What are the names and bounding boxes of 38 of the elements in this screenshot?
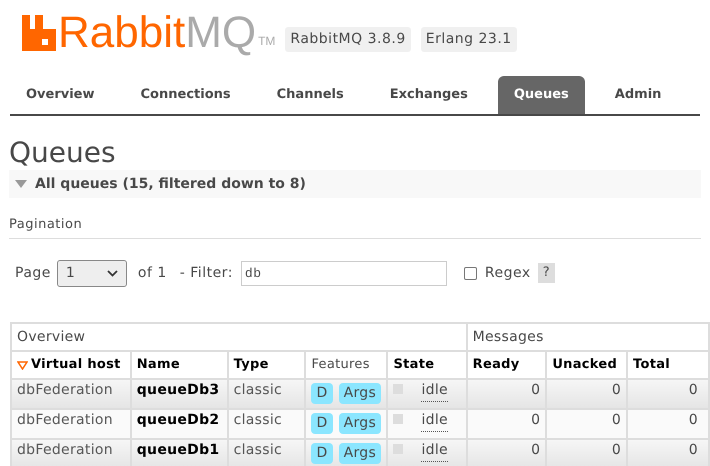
nav-tab[interactable]: Overview (10, 76, 111, 114)
page-label: Page (15, 264, 51, 282)
page-count: of 1 (138, 264, 167, 282)
pagination-heading: Pagination (9, 215, 701, 238)
logo-wordmark: RabbitMQ (58, 8, 256, 58)
nav-tab[interactable]: Exchanges (374, 76, 484, 114)
state-label: idle (421, 410, 448, 432)
page-select[interactable]: 1 (56, 260, 127, 286)
sort-triangle-icon (17, 360, 28, 370)
nav-tab[interactable]: Admin (598, 76, 678, 114)
group-header: Overview (11, 323, 467, 351)
nav-tab[interactable]: Connections (124, 76, 247, 114)
regex-checkbox[interactable] (464, 266, 477, 280)
page-title: Queues (9, 136, 117, 170)
table-cell: dbFederation (11, 439, 131, 466)
status-square-icon (393, 414, 404, 424)
feature-tag: D (311, 383, 333, 404)
section-header[interactable]: All queues (15, filtered down to 8) (9, 170, 701, 198)
version-badge: Erlang 23.1 (420, 27, 517, 52)
nav-tab[interactable]: Queues (498, 76, 585, 114)
state-label: idle (421, 440, 448, 462)
feature-tag: D (311, 413, 333, 434)
feature-tag: Args (338, 413, 382, 434)
version-badge: RabbitMQ 3.8.9 (285, 27, 411, 52)
trademark: TM (258, 33, 276, 50)
filter-field[interactable]: db (240, 260, 447, 286)
regex-label: Regex (484, 264, 531, 282)
logo-icon (22, 15, 56, 51)
feature-tag: D (311, 443, 333, 464)
chevron-down-icon (106, 270, 118, 276)
filter-label: - Filter: (180, 264, 233, 282)
group-header: Messages (466, 323, 709, 351)
section-title: All queues (15, filtered down to 8) (35, 174, 306, 194)
feature-tag: Args (338, 383, 382, 404)
feature-tag: Args (338, 443, 382, 464)
nav-tab[interactable]: Channels (260, 76, 360, 114)
state-label: idle (421, 380, 448, 402)
help-button[interactable]: ? (538, 263, 556, 283)
